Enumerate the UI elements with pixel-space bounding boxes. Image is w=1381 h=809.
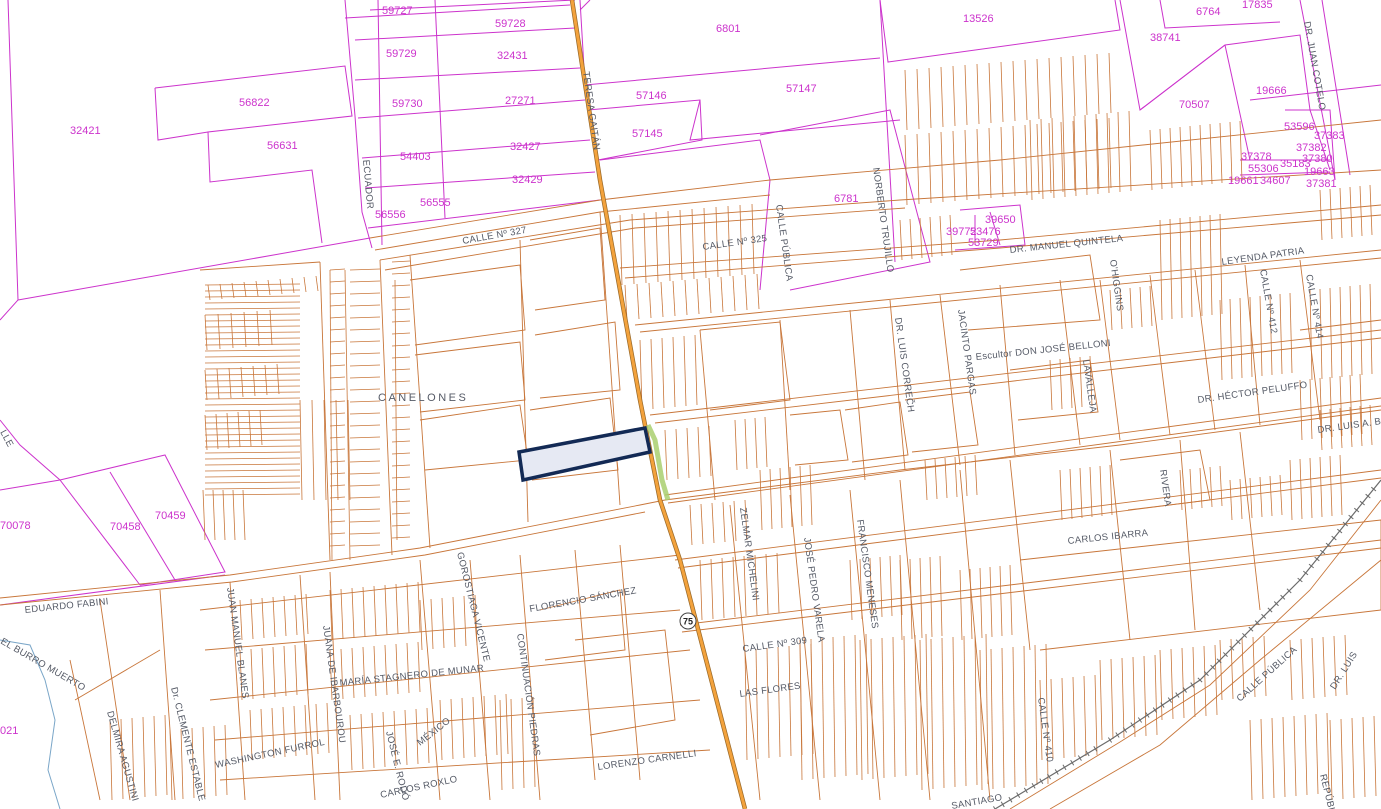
lot-number: 39650: [985, 214, 1016, 226]
lot-number: 70459: [155, 510, 186, 522]
street-label: CONTINUACIÓN PIEDRAS: [514, 633, 542, 757]
lot-number: 54403: [400, 151, 431, 163]
lot-number: 32429: [512, 174, 543, 186]
street-label: ZELMAR MICHELINI: [737, 507, 761, 602]
street-label: CALLE Nº 325: [702, 233, 768, 253]
lot-number: 55306: [1248, 163, 1279, 175]
street-label: CARLOS IBARRA: [1067, 528, 1149, 547]
lot-number: 56822: [239, 97, 270, 109]
lot-number: 59727: [382, 5, 413, 17]
route-75-shield: 75: [679, 612, 697, 630]
lot-number: 59728: [495, 18, 526, 30]
lot-number: 59729: [386, 48, 417, 60]
street-label: GOROSTIAGA VICENTE: [454, 551, 492, 663]
street-label: TERESA GAITÁN: [580, 71, 602, 151]
lot-number: 32421: [70, 125, 101, 137]
street-label: WASHINGTON FURROL: [214, 737, 326, 771]
street-label: CALLE PÚBLICA: [1235, 644, 1300, 704]
lot-number: 34607: [1260, 175, 1291, 187]
street-label: JUAN MANUEL BLANES: [224, 587, 251, 700]
lot-number: 32427: [510, 141, 541, 153]
lot-number: 38741: [1150, 32, 1181, 44]
street-label: DR. MANUEL QUINTELA: [1009, 233, 1124, 256]
lot-number: 13526: [963, 13, 994, 25]
lot-number: 53596: [1284, 121, 1315, 133]
lot-number: 37383: [1314, 130, 1345, 142]
lot-number: 37381: [1306, 178, 1337, 190]
lot-number: 56631: [267, 140, 298, 152]
lot-number: 56556: [375, 209, 406, 221]
street-label: LEYENDA PATRIA: [1221, 245, 1306, 268]
lot-number: 6764: [1196, 6, 1220, 18]
lot-number: 57146: [636, 90, 667, 102]
lot-number: 37380: [1302, 153, 1333, 165]
lot-number: 57145: [632, 128, 663, 140]
lot-number: 19663: [1304, 166, 1335, 178]
lot-number: 19666: [1256, 85, 1287, 97]
street-label: LAVALLEJA: [1080, 359, 1098, 414]
street-label: LORENZO CARNELLI: [597, 748, 697, 773]
street-label: SANTIAGO: [951, 792, 1004, 809]
cadastral-map[interactable]: 75 CANELONES 59727 59728 59729 32431 597…: [0, 0, 1381, 809]
lot-number: 6801: [716, 23, 740, 35]
street-label: EDUARDO FABINI: [24, 596, 109, 616]
lot-number-labels: 59727 59728 59729 32431 59730 27271 5440…: [0, 0, 1345, 737]
street-label: REPÚBLICA: [1317, 773, 1341, 809]
street-label: DR. LUIS: [1328, 650, 1360, 692]
street-label: RIVERA: [1157, 469, 1173, 508]
lot-number: 6781: [834, 193, 858, 205]
street-label: CARLOS ROXLO: [379, 774, 458, 801]
town-label-canelones: CANELONES: [378, 392, 468, 404]
street-label: NORBERTO TRUJILLO: [870, 167, 896, 273]
street-label: ECUADOR: [360, 159, 375, 209]
lot-number: 17835: [1242, 0, 1273, 11]
lot-number: 19661: [1228, 175, 1259, 187]
street-label: CALLE Nº 414: [1303, 274, 1325, 340]
street-label: MÉXICO: [415, 716, 453, 749]
lot-number: 70507: [1179, 99, 1210, 111]
street-label: CALLE Nº 309: [742, 635, 808, 655]
street-label: DR. HÉCTOR PELUFFO: [1197, 380, 1308, 406]
lot-number: 70458: [110, 521, 141, 533]
lot-number: 59730: [392, 98, 423, 110]
route-75-label: 75: [683, 617, 693, 627]
street-label: DR. JUAN COTELO: [1301, 21, 1327, 112]
street-label: CALLE Nº 327: [462, 225, 528, 247]
lot-number: 32431: [497, 50, 528, 62]
lot-number: 37378: [1241, 151, 1272, 163]
lot-number: 56555: [420, 197, 451, 209]
lot-number: 021: [0, 725, 18, 737]
street-label: DELMIRA AGUSTINI: [104, 710, 140, 803]
street-label: CALLE PÚBLICA: [773, 204, 795, 282]
street-label: LLE: [0, 428, 15, 449]
highlighted-parcel[interactable]: [517, 425, 653, 483]
stream-label: EL BURRO MUERTO: [0, 636, 87, 694]
lot-number: 53729: [968, 237, 999, 249]
street-label: MARÍA STAGNERO DE MUNAR: [339, 663, 484, 689]
lot-number: 57147: [786, 83, 817, 95]
lot-number: 70078: [0, 520, 31, 532]
street-label: JOSÉ PEDRO VARELA: [801, 537, 827, 644]
lot-number: 27271: [505, 95, 536, 107]
